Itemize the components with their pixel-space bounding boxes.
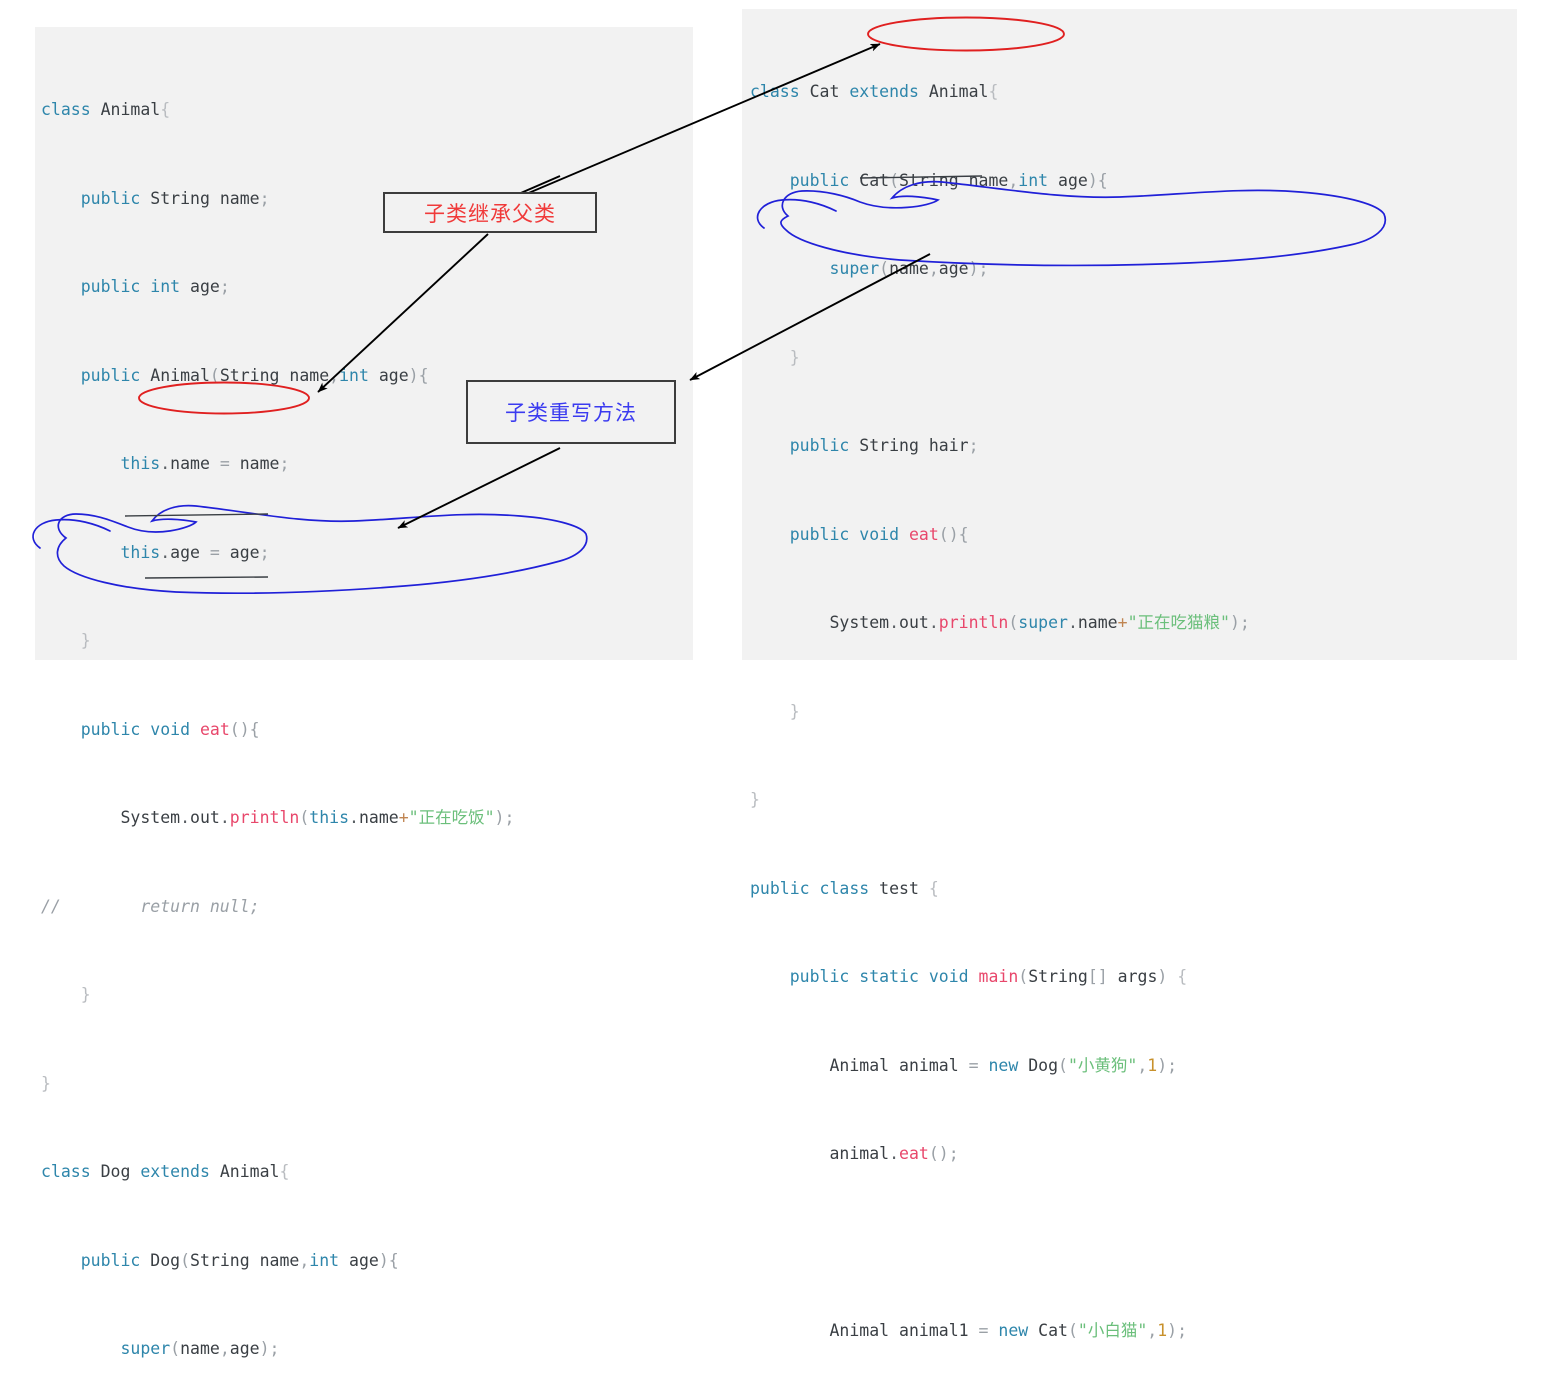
code-line: } <box>80 631 91 650</box>
left-code-panel: class Animal{ public String name; public… <box>35 27 693 1358</box>
code-line: public Dog(String name,int age){ <box>80 1250 399 1270</box>
code-line: public int age; <box>80 277 230 296</box>
screenshot-canvas: class Animal{ public String name; public… <box>0 0 1544 1358</box>
code-line: } <box>789 701 800 721</box>
code-line: } <box>789 347 800 367</box>
code-line: class Dog extends Animal{ <box>41 1162 290 1181</box>
code-line: } <box>750 790 760 809</box>
callout-inheritance-label: 子类继承父类 <box>424 201 556 226</box>
code-line: } <box>41 1073 51 1093</box>
code-line: animal.eat(); <box>829 1144 959 1163</box>
code-line: System.out.println(this.name+"正在吃饭"); <box>120 808 515 827</box>
code-line: } <box>80 985 91 1004</box>
code-line: this.age = age; <box>120 542 270 562</box>
code-line: public void eat(){ <box>80 719 260 739</box>
code-line: public static void main(String[] args) { <box>789 967 1188 986</box>
code-line: super(name,age); <box>829 259 989 278</box>
callout-box-override: 子类重写方法 <box>466 380 676 444</box>
code-line: // return null; <box>41 896 260 916</box>
right-code-panel: class Cat extends Animal{ public Cat(Str… <box>742 9 1517 1340</box>
callout-override-label: 子类重写方法 <box>505 401 637 425</box>
code-line: class Cat extends Animal{ <box>750 82 999 101</box>
code-line: Animal animal1 = new Cat("小白猫",1); <box>829 1321 1188 1340</box>
code-line: public Cat(String name,int age){ <box>789 170 1108 190</box>
code-line: public class test { <box>750 878 939 898</box>
code-line: public void eat(){ <box>789 524 969 544</box>
code-line: public String hair; <box>789 436 979 455</box>
code-line: Animal animal = new Dog("小黄狗",1); <box>829 1055 1178 1075</box>
callout-box-inheritance: 子类继承父类 <box>383 192 597 233</box>
code-line: class Animal{ <box>41 100 171 119</box>
code-line: this.name = name; <box>120 454 290 473</box>
code-line: super(name,age); <box>120 1339 280 1358</box>
code-line: System.out.println(super.name+"正在吃猫粮"); <box>829 613 1250 632</box>
